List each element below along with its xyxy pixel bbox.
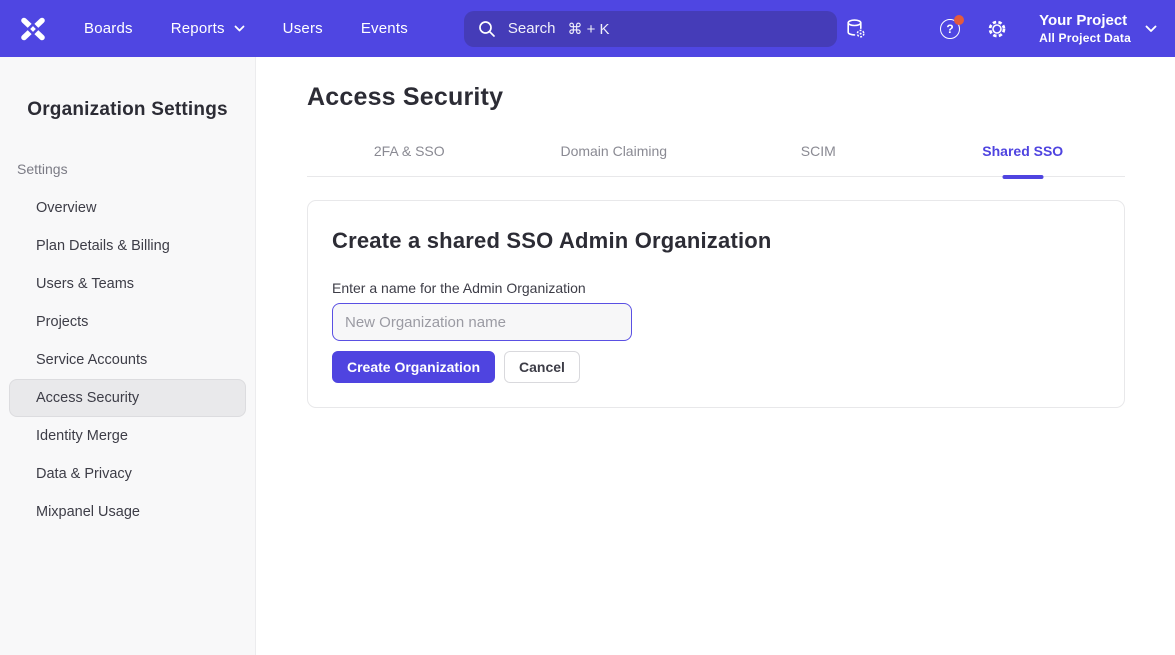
cancel-button[interactable]: Cancel <box>504 351 580 383</box>
org-name-label: Enter a name for the Admin Organization <box>332 280 1100 296</box>
nav-item-label: Events <box>361 20 408 37</box>
access-security-tabs: 2FA & SSO Domain Claiming SCIM Shared SS… <box>307 143 1125 177</box>
tab-domain-claiming[interactable]: Domain Claiming <box>512 143 717 176</box>
sidebar-section-label: Settings <box>17 161 255 177</box>
primary-nav-links: Boards Reports Users Events <box>84 20 408 37</box>
chevron-down-icon <box>234 25 245 32</box>
sidebar-item-users-teams[interactable]: Users & Teams <box>9 265 246 303</box>
sidebar-item-label: Data & Privacy <box>36 466 132 482</box>
project-switcher[interactable]: Your Project All Project Data <box>1039 12 1157 45</box>
sidebar-item-label: Users & Teams <box>36 276 134 292</box>
sidebar-item-access-security[interactable]: Access Security <box>9 379 246 417</box>
nav-item-label: Users <box>283 20 323 37</box>
sidebar-item-service-accounts[interactable]: Service Accounts <box>9 341 246 379</box>
tab-label: Shared SSO <box>982 143 1063 159</box>
nav-item-reports[interactable]: Reports <box>171 20 245 37</box>
create-organization-button[interactable]: Create Organization <box>332 351 495 383</box>
org-name-input[interactable] <box>332 303 632 341</box>
sidebar-item-projects[interactable]: Projects <box>9 303 246 341</box>
nav-item-boards[interactable]: Boards <box>84 20 133 37</box>
nav-item-events[interactable]: Events <box>361 20 408 37</box>
project-scope: All Project Data <box>1039 31 1131 45</box>
sidebar-item-label: Service Accounts <box>36 352 147 368</box>
help-icon[interactable]: ? <box>939 18 961 40</box>
card-title: Create a shared SSO Admin Organization <box>332 228 1100 254</box>
nav-right-controls: ? Your Project All Project Data <box>845 12 1157 45</box>
search-icon <box>478 20 496 38</box>
tab-shared-sso[interactable]: Shared SSO <box>921 143 1126 176</box>
sidebar-item-label: Mixpanel Usage <box>36 504 140 520</box>
card-actions: Create Organization Cancel <box>332 351 1100 383</box>
chevron-down-icon <box>1145 25 1157 33</box>
sidebar-item-data-privacy[interactable]: Data & Privacy <box>9 455 246 493</box>
sidebar-item-identity-merge[interactable]: Identity Merge <box>9 417 246 455</box>
nav-item-users[interactable]: Users <box>283 20 323 37</box>
mixpanel-logo[interactable] <box>18 16 48 42</box>
main-content: Access Security 2FA & SSO Domain Claimin… <box>256 57 1175 655</box>
tab-label: Domain Claiming <box>560 143 667 159</box>
sidebar-item-overview[interactable]: Overview <box>9 189 246 227</box>
sidebar-item-label: Projects <box>36 314 88 330</box>
top-navigation-bar: Boards Reports Users Events Search ⌘ + K… <box>0 0 1175 57</box>
mixpanel-logo-icon <box>18 16 48 42</box>
notification-dot <box>954 15 964 25</box>
sidebar-item-label: Access Security <box>36 390 139 406</box>
create-shared-sso-card: Create a shared SSO Admin Organization E… <box>307 200 1125 408</box>
tab-label: 2FA & SSO <box>374 143 445 159</box>
sidebar-item-label: Overview <box>36 200 96 216</box>
sidebar-item-label: Plan Details & Billing <box>36 238 170 254</box>
page-title: Access Security <box>307 83 1125 112</box>
sidebar-item-mixpanel-usage[interactable]: Mixpanel Usage <box>9 493 246 531</box>
apps-grid-icon[interactable] <box>892 18 914 40</box>
settings-sidebar: Organization Settings Settings Overview … <box>0 57 256 655</box>
nav-item-label: Reports <box>171 20 225 37</box>
data-management-icon[interactable] <box>845 18 867 40</box>
settings-gear-icon[interactable] <box>986 18 1008 40</box>
sidebar-item-label: Identity Merge <box>36 428 128 444</box>
tab-2fa-sso[interactable]: 2FA & SSO <box>307 143 512 176</box>
search-input[interactable]: Search ⌘ + K <box>464 11 837 47</box>
tab-scim[interactable]: SCIM <box>716 143 921 176</box>
nav-item-label: Boards <box>84 20 133 37</box>
search-shortcut: ⌘ + K <box>567 20 609 38</box>
sidebar-item-plan-details-billing[interactable]: Plan Details & Billing <box>9 227 246 265</box>
search-placeholder: Search <box>508 20 556 37</box>
tab-label: SCIM <box>801 143 836 159</box>
project-name: Your Project <box>1039 12 1131 31</box>
sidebar-title: Organization Settings <box>0 99 255 121</box>
